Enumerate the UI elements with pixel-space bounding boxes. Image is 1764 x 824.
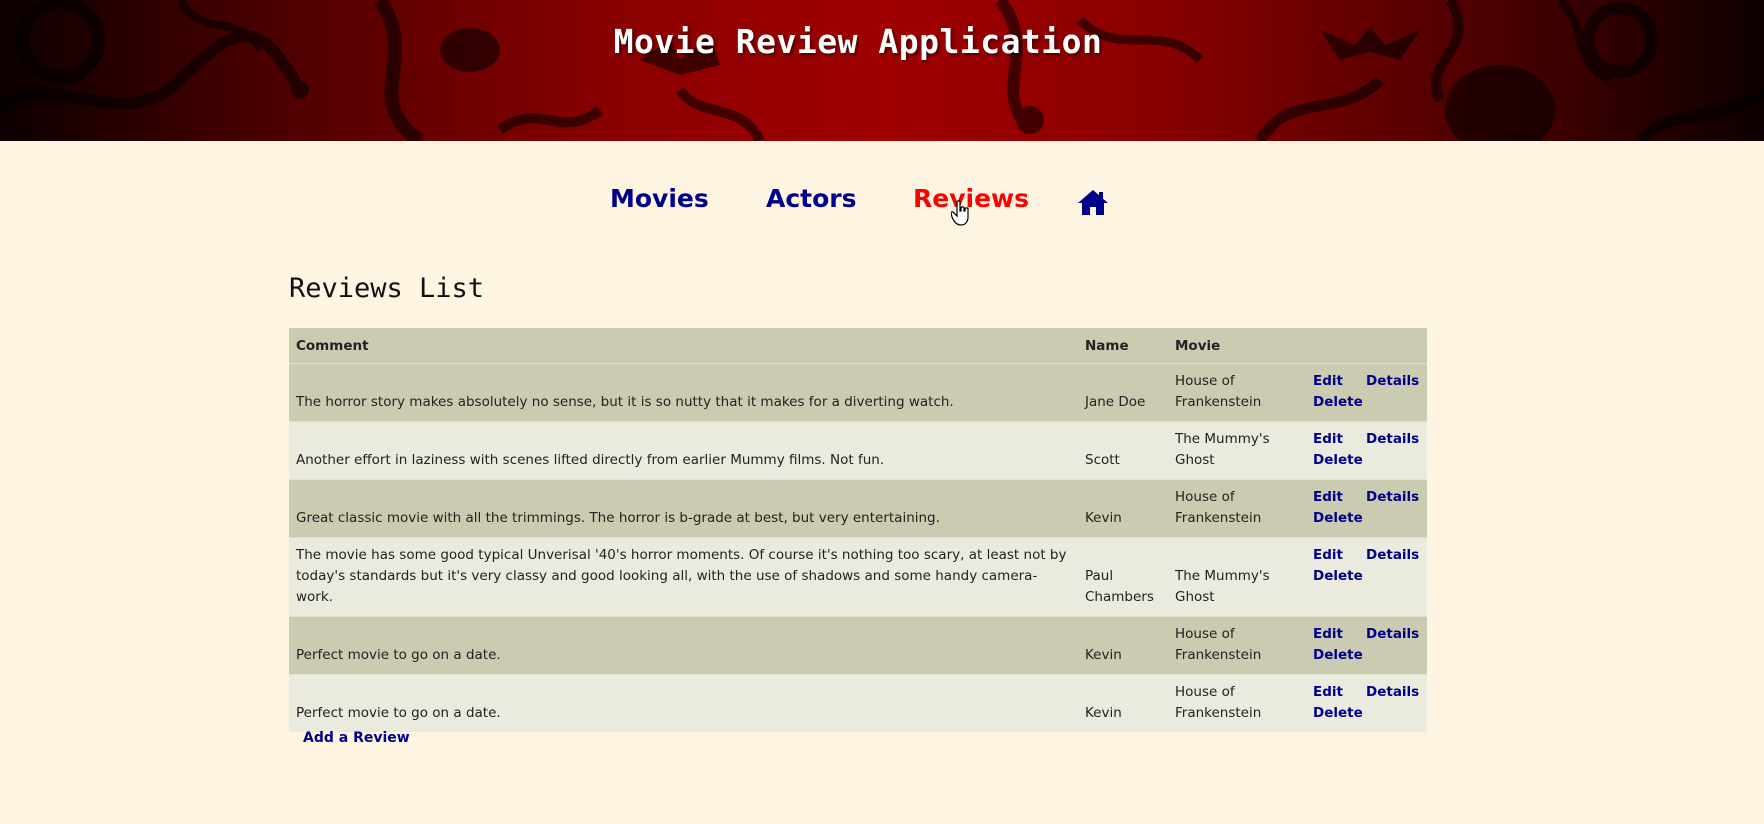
header-actions (1306, 328, 1427, 364)
review-comment: Perfect movie to go on a date. (289, 674, 1078, 732)
pointer-cursor-icon (951, 200, 969, 226)
edit-link[interactable]: Edit (1313, 545, 1366, 566)
review-actions: Edit Details Delete (1306, 537, 1427, 617)
details-link[interactable]: Details (1366, 373, 1419, 389)
action-links: Edit Details Delete (1313, 545, 1419, 587)
edit-link[interactable]: Edit (1313, 624, 1366, 645)
reviews-table: Comment Name Movie The horror story make… (289, 328, 1427, 732)
add-review-link[interactable]: Add a Review (303, 730, 410, 746)
action-links: Edit Details Delete (1313, 429, 1419, 471)
review-name: Kevin (1078, 479, 1168, 538)
page-title: Reviews List (289, 273, 485, 305)
details-link[interactable]: Details (1366, 684, 1419, 700)
review-actions: Edit Details Delete (1306, 674, 1427, 732)
table-row: Another effort in laziness with scenes l… (289, 421, 1427, 480)
review-comment: Another effort in laziness with scenes l… (289, 421, 1078, 480)
edit-link[interactable]: Edit (1313, 429, 1366, 450)
header-movie: Movie (1168, 328, 1306, 364)
table-row: Perfect movie to go on a date. Kevin House… (289, 674, 1427, 732)
action-links: Edit Details Delete (1313, 487, 1419, 529)
delete-link[interactable]: Delete (1313, 394, 1363, 410)
action-links: Edit Details Delete (1313, 371, 1419, 413)
table-row: Perfect movie to go on a date. Kevin House… (289, 616, 1427, 675)
edit-link[interactable]: Edit (1313, 371, 1366, 392)
header-name: Name (1078, 328, 1168, 364)
review-actions: Edit Details Delete (1306, 479, 1427, 538)
header-comment: Comment (289, 328, 1078, 364)
table-row: The movie has some good typical Unverisa… (289, 537, 1427, 617)
delete-link[interactable]: Delete (1313, 510, 1363, 526)
review-movie: House of Frankenstein (1168, 479, 1306, 538)
app-title: Movie Review Application (613, 22, 1103, 61)
review-movie: House of Frankenstein (1168, 363, 1306, 422)
edit-link[interactable]: Edit (1313, 487, 1366, 508)
review-comment: Great classic movie with all the trimmin… (289, 479, 1078, 538)
details-link[interactable]: Details (1366, 547, 1419, 563)
main-nav: Movies Actors Reviews (0, 184, 1764, 224)
nav-movies[interactable]: Movies (610, 184, 709, 213)
delete-link[interactable]: Delete (1313, 647, 1363, 663)
action-links: Edit Details Delete (1313, 624, 1419, 666)
review-actions: Edit Details Delete (1306, 363, 1427, 422)
review-movie: House of Frankenstein (1168, 616, 1306, 675)
details-link[interactable]: Details (1366, 489, 1419, 505)
review-movie: The Mummy's Ghost (1168, 537, 1306, 617)
review-comment: Perfect movie to go on a date. (289, 616, 1078, 675)
review-name: Jane Doe (1078, 363, 1168, 422)
nav-reviews[interactable]: Reviews (913, 184, 1029, 213)
delete-link[interactable]: Delete (1313, 452, 1363, 468)
review-actions: Edit Details Delete (1306, 421, 1427, 480)
action-links: Edit Details Delete (1313, 682, 1419, 724)
details-link[interactable]: Details (1366, 626, 1419, 642)
review-comment: The horror story makes absolutely no sen… (289, 363, 1078, 422)
review-name: Scott (1078, 421, 1168, 480)
nav-actors[interactable]: Actors (766, 184, 857, 213)
table-header-row: Comment Name Movie (289, 328, 1427, 364)
review-name: Kevin (1078, 616, 1168, 675)
table-row: The horror story makes absolutely no sen… (289, 363, 1427, 422)
review-movie: The Mummy's Ghost (1168, 421, 1306, 480)
home-icon[interactable] (1077, 188, 1109, 216)
table-row: Great classic movie with all the trimmin… (289, 479, 1427, 538)
reviews-table-body: The horror story makes absolutely no sen… (289, 363, 1427, 732)
review-comment: The movie has some good typical Unverisa… (289, 537, 1078, 617)
review-actions: Edit Details Delete (1306, 616, 1427, 675)
review-name: Kevin (1078, 674, 1168, 732)
header-banner: Movie Review Application (0, 0, 1764, 141)
review-name: Paul Chambers (1078, 537, 1168, 617)
delete-link[interactable]: Delete (1313, 705, 1363, 721)
edit-link[interactable]: Edit (1313, 682, 1366, 703)
details-link[interactable]: Details (1366, 431, 1419, 447)
delete-link[interactable]: Delete (1313, 568, 1363, 584)
review-movie: House of Frankenstein (1168, 674, 1306, 732)
